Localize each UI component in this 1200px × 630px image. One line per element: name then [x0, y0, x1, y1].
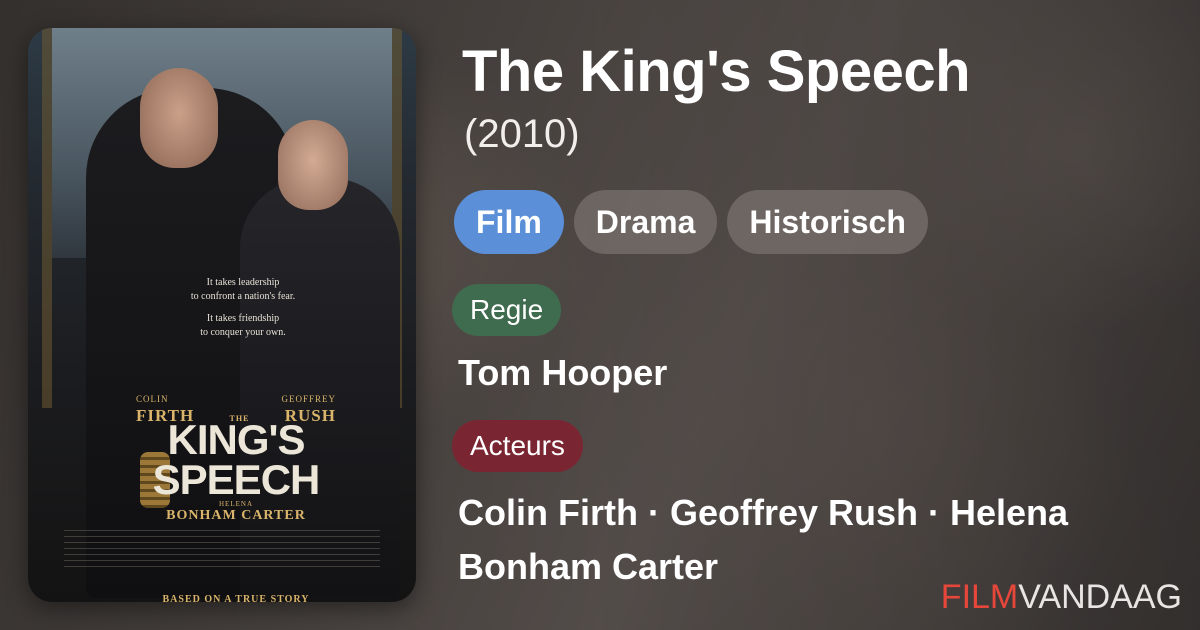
poster-head-left — [140, 68, 218, 168]
poster-title: KING'S SPEECH — [152, 416, 321, 503]
movie-year: (2010) — [464, 112, 580, 156]
actors-label: Acteurs — [452, 420, 583, 472]
poster-billing-block — [64, 530, 380, 572]
poster-helena: HELENA — [219, 500, 253, 508]
movie-poster: It takes leadership to confront a nation… — [28, 28, 416, 602]
poster-head-right — [278, 120, 348, 210]
filmvandaag-logo: FILMVANDAAG — [941, 578, 1182, 617]
tag-drama: Drama — [573, 190, 718, 254]
director-name: Tom Hooper — [458, 352, 668, 393]
tag-historisch: Historisch — [727, 190, 928, 254]
brand-vandaag: VANDAAG — [1018, 578, 1182, 616]
tag-film: Film — [454, 190, 564, 254]
movie-title: The King's Speech — [462, 39, 971, 104]
poster-bottom-line: BASED ON A TRUE STORY — [162, 594, 310, 602]
genre-tags: Film Drama Historisch — [454, 190, 928, 254]
brand-film: FILM — [940, 578, 1019, 616]
poster-bonham-carter: BONHAM CARTER — [166, 508, 306, 523]
director-label: Regie — [452, 284, 562, 336]
poster-tagline: It takes leadership to confront a nation… — [190, 277, 296, 338]
